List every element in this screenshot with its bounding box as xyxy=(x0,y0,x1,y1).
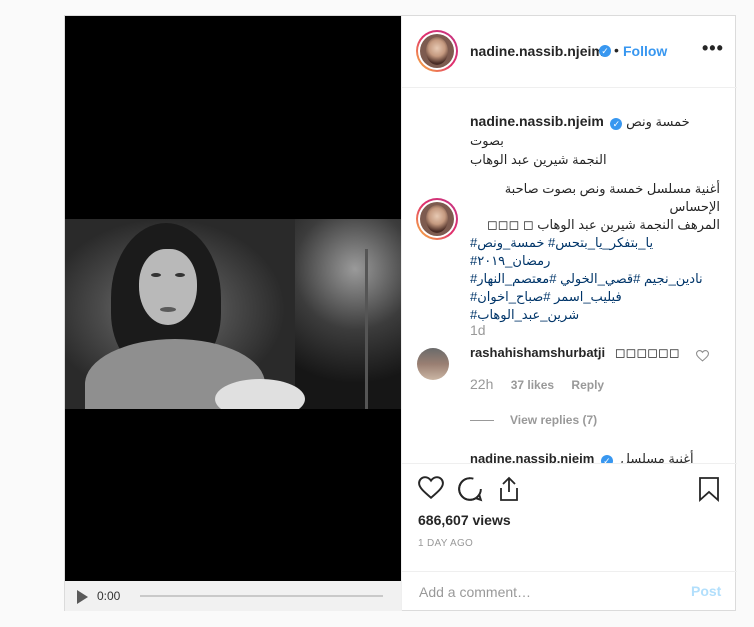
comment-username[interactable]: rashahishamshurbatji xyxy=(470,345,605,360)
comments-list[interactable]: nadine.nassib.njeim ✓ خمسة ونص بصوت النج… xyxy=(402,88,737,463)
comment-likes[interactable]: 37 likes xyxy=(511,378,554,392)
follow-button[interactable]: Follow xyxy=(623,43,667,59)
video-progress-track[interactable] xyxy=(140,595,383,597)
caption-avatar[interactable] xyxy=(420,202,454,236)
verified-badge-icon: ✓ xyxy=(610,118,623,130)
hashtag-link[interactable]: نادين_نجيم #قصي_الخولي #معتصم_النهار# xyxy=(470,270,720,288)
caption-body-line1: أغنية مسلسل خمسة ونص بصوت صاحبة الإحساس xyxy=(504,181,720,214)
post-sidebar: nadine.nassib.njeim ✓ • Follow ••• nadin… xyxy=(401,16,737,611)
view-count[interactable]: 686,607 views xyxy=(418,512,511,528)
post-actions: 686,607 views 1 DAY AGO xyxy=(402,463,737,573)
comment-text: rashahishamshurbatji ◻◻◻◻◻◻ xyxy=(470,345,679,361)
like-heart-icon[interactable] xyxy=(418,476,444,500)
comment-body: أغنية مسلسل xyxy=(620,451,694,463)
commenter-avatar[interactable] xyxy=(417,348,449,380)
comment-body: ◻◻◻◻◻◻ xyxy=(614,345,680,360)
reply-button[interactable]: Reply xyxy=(571,378,604,392)
bookmark-icon[interactable] xyxy=(698,476,720,502)
view-replies-button[interactable]: View replies (7) xyxy=(470,413,597,427)
caption-age: 1d xyxy=(470,322,486,338)
story-ring[interactable] xyxy=(416,30,458,72)
hashtag-link[interactable]: فيليب_اسمر #صباح_اخوان# xyxy=(470,288,720,306)
comment-username[interactable]: nadine.nassib.njeim xyxy=(470,451,594,463)
header-username[interactable]: nadine.nassib.njeim xyxy=(470,43,604,59)
post-comment-button[interactable]: Post xyxy=(691,583,721,599)
video-frame[interactable] xyxy=(65,219,401,409)
video-controls: 0:00 xyxy=(65,581,401,611)
caption-story-ring[interactable] xyxy=(416,198,458,240)
caption-body: أغنية مسلسل خمسة ونص بصوت صاحبة الإحساس … xyxy=(470,180,720,324)
avatar[interactable] xyxy=(420,34,454,68)
verified-badge-icon: ✓ xyxy=(599,45,611,57)
post-date[interactable]: 1 DAY AGO xyxy=(418,538,473,549)
play-icon[interactable] xyxy=(77,590,88,604)
comment-meta: 22h 37 likes Reply xyxy=(470,376,618,392)
separator-dot: • xyxy=(614,42,619,58)
add-comment-bar: Post xyxy=(402,571,737,611)
caption-title: nadine.nassib.njeim ✓ خمسة ونص بصوت النج… xyxy=(470,112,720,169)
post-card: 0:00 nadine.nassib.njeim ✓ • Follow ••• xyxy=(64,15,737,611)
hashtag-link[interactable]: رمضان_٢٠١٩# xyxy=(470,252,720,270)
hashtag-link[interactable]: يا_بتفكر_يا_بتحس# خمسة_ونص# xyxy=(470,234,720,252)
verified-badge-icon: ✓ xyxy=(600,455,613,463)
video-player[interactable]: 0:00 xyxy=(65,16,401,611)
comment-bubble-icon[interactable] xyxy=(457,476,483,502)
video-time: 0:00 xyxy=(97,589,121,603)
caption-body-line2: المرهف النجمة شيرين عبد الوهاب ◻ ◻◻◻ xyxy=(486,217,720,232)
post-header: nadine.nassib.njeim ✓ • Follow ••• xyxy=(402,16,737,88)
comment-partial: nadine.nassib.njeim ✓ أغنية مسلسل xyxy=(470,451,694,463)
caption-title-line2: النجمة شيرين عبد الوهاب xyxy=(470,152,607,167)
comment-age: 22h xyxy=(470,376,494,392)
add-comment-input[interactable] xyxy=(417,580,681,604)
share-icon[interactable] xyxy=(497,476,521,502)
more-options-icon[interactable]: ••• xyxy=(702,38,724,59)
like-comment-heart-icon[interactable] xyxy=(696,350,709,362)
hashtag-link[interactable]: شرين_عبد_الوهاب# xyxy=(470,306,720,324)
caption-username[interactable]: nadine.nassib.njeim xyxy=(470,113,604,129)
